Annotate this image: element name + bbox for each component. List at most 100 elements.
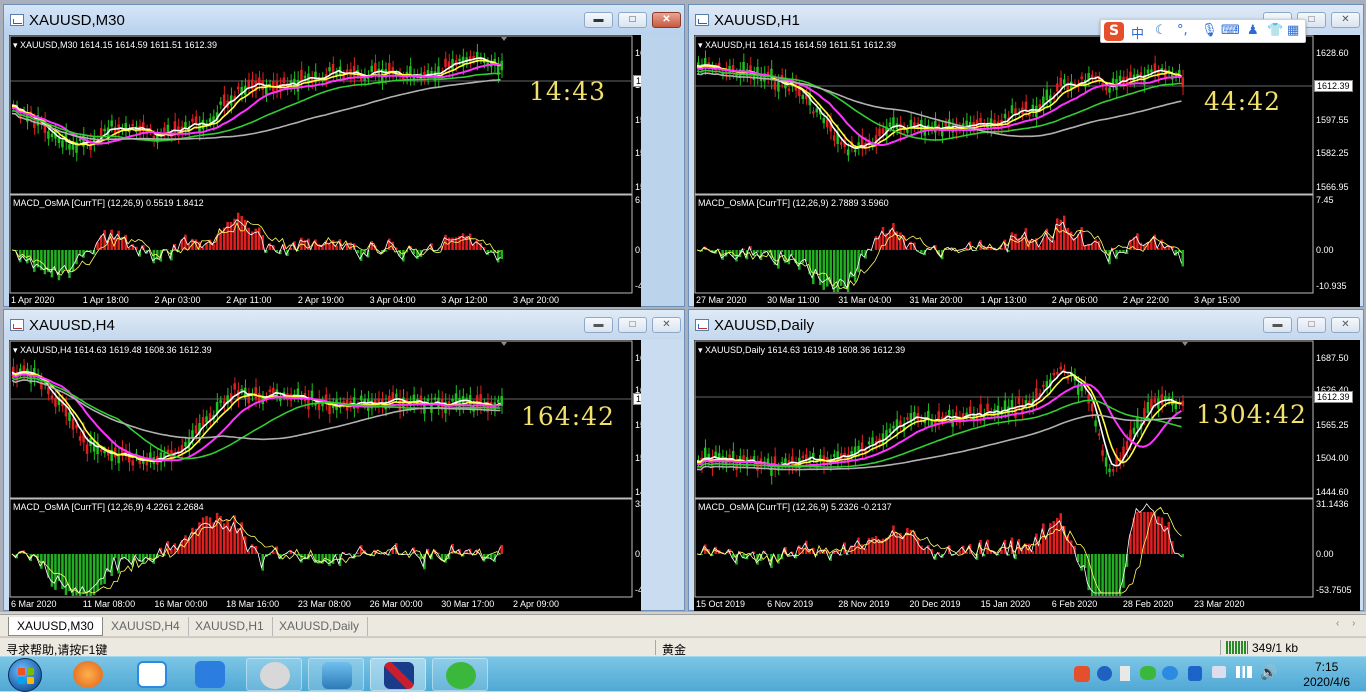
close-button[interactable]: ✕ (1331, 317, 1360, 333)
price-chart[interactable]: ▾ XAUUSD,H1 1614.15 1614.59 1611.51 1612… (694, 35, 1360, 307)
grid-icon[interactable]: ▦ (1287, 23, 1299, 38)
window-title: XAUUSD,H4 (29, 317, 115, 334)
ime-mode-toggle[interactable]: 中 (1131, 23, 1144, 42)
macd-bar (233, 515, 236, 554)
candle-body (979, 118, 981, 122)
taskbar-app-5[interactable] (308, 658, 364, 691)
taskbar-clock[interactable]: 7:15 2020/4/6 (1303, 660, 1350, 690)
window-title: XAUUSD,M30 (29, 12, 125, 29)
shirt-icon[interactable]: 👕 (1267, 23, 1283, 38)
macd-info-label: MACD_OsMA [CurrTF] (12,26,9) 0.5519 1.84… (13, 198, 204, 208)
time-tick-label: 1 Apr 2020 (11, 295, 55, 305)
tray-sogou-icon[interactable] (1074, 666, 1090, 682)
macd-tick-label: 33.7768 (635, 499, 641, 509)
maximize-button[interactable]: □ (1297, 317, 1326, 333)
user-icon[interactable]: ♟ (1247, 23, 1259, 38)
tray-shield-icon[interactable] (1188, 666, 1202, 681)
taskbar-app-1[interactable] (60, 658, 116, 691)
chart-window-h4[interactable]: XAUUSD,H4 ▬ □ ✕ ▾ XAUUSD,H4 1614.63 1619… (3, 309, 685, 611)
close-button[interactable]: ✕ (1331, 12, 1360, 28)
sogou-logo-icon[interactable]: S (1104, 22, 1124, 41)
tray-help-icon[interactable] (1097, 666, 1112, 681)
chart-window-h1[interactable]: XAUUSD,H1 ▬ □ ✕ ▾ XAUUSD,H1 1614.15 1614… (688, 4, 1364, 307)
cloud-app-icon (137, 661, 167, 688)
maximize-button[interactable]: □ (618, 12, 647, 28)
tab-xauusd-daily[interactable]: XAUUSD,Daily (271, 617, 368, 636)
tray-network-icon[interactable] (1212, 666, 1226, 678)
macd-line (12, 521, 501, 593)
tab-xauusd-h1[interactable]: XAUUSD,H1 (187, 617, 273, 636)
price-tick-label: 1565.25 (1316, 420, 1349, 430)
tab-xauusd-m30[interactable]: XAUUSD,M30 (8, 617, 103, 636)
macd-bar (209, 517, 212, 554)
candle-body (1101, 450, 1103, 456)
mt-terminal-icon (384, 662, 414, 689)
candle-body (1018, 396, 1020, 404)
minimize-button[interactable]: ▬ (584, 12, 613, 28)
candle-body (304, 76, 307, 79)
taskbar-app-mt[interactable] (370, 658, 426, 691)
candle-body (458, 398, 461, 408)
taskbar-app-3[interactable] (182, 658, 238, 691)
candle-body (892, 426, 894, 429)
price-chart[interactable]: ▾ XAUUSD,M30 1614.15 1614.59 1611.51 161… (9, 35, 641, 307)
tray-usb-icon[interactable] (1120, 666, 1130, 681)
candle-body (784, 458, 786, 463)
candle-body (444, 59, 447, 67)
mic-icon[interactable]: 🎙 (1201, 23, 1218, 38)
candle-body (51, 134, 54, 137)
candle-body (1091, 75, 1093, 78)
taskbar-app-wechat[interactable] (432, 658, 488, 691)
tray-wechat-icon[interactable] (1140, 666, 1156, 680)
keyboard-icon[interactable]: ⌨ (1221, 23, 1240, 38)
chart-window-m30[interactable]: XAUUSD,M30 ▬ □ ✕ ▾ XAUUSD,M30 1614.15 16… (3, 4, 685, 307)
candle-body (167, 125, 170, 133)
moon-icon[interactable]: ☾ (1155, 23, 1167, 38)
punct-icon[interactable]: °, (1177, 23, 1188, 38)
candle-body (1136, 417, 1138, 429)
candle-body (704, 448, 706, 459)
candle-body (1053, 373, 1055, 375)
macd-bar (153, 250, 156, 263)
macd-bar (802, 250, 804, 263)
macd-bar (258, 227, 261, 250)
ime-toolbar[interactable]: S 中 ☾ °, 🎙 ⌨ ♟ 👕 ▦ (1100, 19, 1306, 43)
candle-body (237, 87, 240, 90)
tray-volume-icon[interactable]: 🔊 (1260, 664, 1277, 681)
time-tick-label: 27 Mar 2020 (696, 295, 747, 305)
macd-bar (40, 554, 43, 569)
tray-cloud-icon[interactable] (1162, 666, 1178, 680)
macd-info-label: MACD_OsMA [CurrTF] (12,26,9) 2.7889 3.59… (698, 198, 889, 208)
tab-scroll-right-icon[interactable]: › (1352, 618, 1355, 629)
window-titlebar[interactable]: XAUUSD,M30 ▬ □ ✕ (4, 5, 684, 34)
window-titlebar[interactable]: XAUUSD,Daily ▬ □ ✕ (689, 310, 1363, 339)
minimize-button[interactable]: ▬ (1263, 317, 1292, 333)
macd-tick-label: -10.935 (1316, 281, 1347, 291)
candle-body (258, 393, 261, 401)
price-tick-label: 1566.95 (1316, 182, 1349, 192)
macd-bar (1112, 554, 1114, 596)
candle-body (871, 437, 873, 444)
candle-body (131, 460, 134, 465)
taskbar-app-2[interactable] (124, 658, 180, 691)
tab-xauusd-h4[interactable]: XAUUSD,H4 (103, 617, 189, 636)
maximize-button[interactable]: □ (618, 317, 647, 333)
time-tick-label: 3 Apr 12:00 (441, 295, 487, 305)
tab-scroll-left-icon[interactable]: ‹ (1336, 618, 1339, 629)
close-button[interactable]: ✕ (652, 12, 681, 28)
time-tick-label: 3 Apr 20:00 (513, 295, 559, 305)
taskbar-app-4[interactable] (246, 658, 302, 691)
clock-time: 7:15 (1303, 660, 1350, 675)
candle-body (1080, 76, 1082, 79)
price-chart[interactable]: ▾ XAUUSD,H4 1614.63 1619.48 1608.36 1612… (9, 340, 641, 611)
tray-signal-icon[interactable] (1236, 666, 1252, 678)
price-chart[interactable]: ▾ XAUUSD,Daily 1614.63 1619.48 1608.36 1… (694, 340, 1360, 611)
window-titlebar[interactable]: XAUUSD,H4 ▬ □ ✕ (4, 310, 684, 339)
chart-window-daily[interactable]: XAUUSD,Daily ▬ □ ✕ ▾ XAUUSD,Daily 1614.6… (688, 309, 1364, 611)
macd-bar (226, 520, 229, 554)
close-button[interactable]: ✕ (652, 317, 681, 333)
start-button[interactable] (8, 658, 42, 692)
macd-bar (1056, 218, 1058, 250)
candle-body (1133, 428, 1135, 434)
minimize-button[interactable]: ▬ (584, 317, 613, 333)
